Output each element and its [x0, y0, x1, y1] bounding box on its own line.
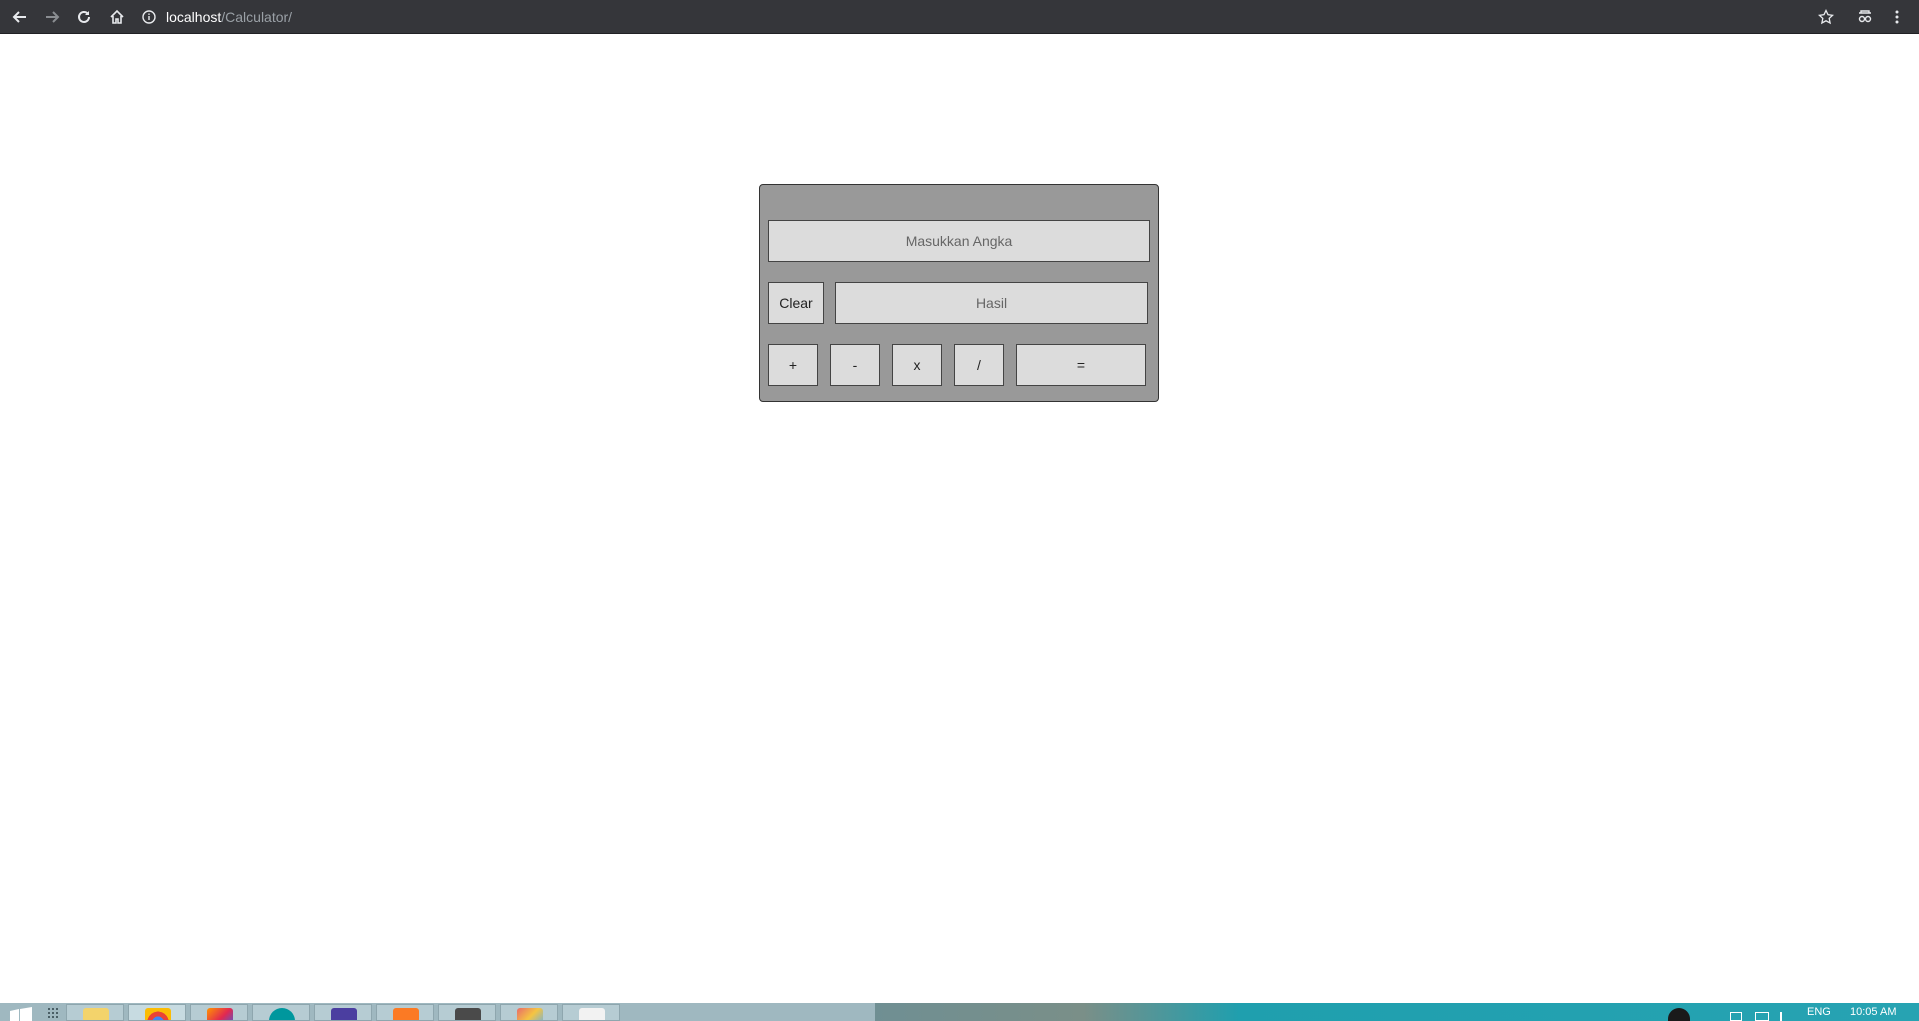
back-icon[interactable]: [7, 4, 33, 30]
taskbar-arduino[interactable]: [252, 1004, 310, 1021]
taskbar-paint[interactable]: [500, 1004, 558, 1021]
xampp-icon: [393, 1008, 419, 1020]
info-icon[interactable]: [140, 8, 158, 26]
taskbar-notepad[interactable]: [562, 1004, 620, 1021]
equals-button[interactable]: =: [1016, 344, 1146, 386]
extension-icon[interactable]: [1852, 4, 1878, 30]
chrome-icon: [145, 1008, 171, 1020]
firefox-icon: [207, 1008, 233, 1020]
folder-icon: [83, 1008, 109, 1020]
taskbar: ENG 10:05 AM: [0, 1003, 1919, 1021]
menu-icon[interactable]: [1884, 4, 1910, 30]
paint-icon: [517, 1008, 543, 1020]
network-icon[interactable]: [1755, 1012, 1769, 1021]
notepad-icon: [579, 1008, 605, 1020]
multiply-button[interactable]: x: [892, 344, 942, 386]
taskbar-sublime-text[interactable]: [438, 1004, 496, 1021]
url-host: localhost: [166, 9, 222, 25]
home-icon[interactable]: [104, 4, 130, 30]
clock[interactable]: 10:05 AM: [1850, 1006, 1896, 1018]
forward-icon[interactable]: [39, 4, 65, 30]
notification-icon[interactable]: [1730, 1012, 1742, 1021]
calculator-panel: Clear + - x / =: [759, 184, 1159, 402]
divide-button[interactable]: /: [954, 344, 1004, 386]
number-input[interactable]: [768, 220, 1150, 262]
taskbar-chrome[interactable]: [128, 1004, 186, 1021]
start-icon[interactable]: [8, 1007, 34, 1021]
plus-button[interactable]: +: [768, 344, 818, 386]
taskbar-settings[interactable]: [314, 1004, 372, 1021]
result-field[interactable]: [835, 282, 1148, 324]
language-indicator[interactable]: ENG: [1807, 1006, 1831, 1018]
address-bar[interactable]: localhost /Calculator/: [140, 4, 1780, 30]
taskbar-xampp[interactable]: [376, 1004, 434, 1021]
reload-icon[interactable]: [71, 4, 97, 30]
star-icon[interactable]: [1813, 4, 1839, 30]
url-path: /Calculator/: [221, 9, 293, 25]
taskbar-file-explorer[interactable]: [66, 1004, 124, 1021]
volume-icon[interactable]: [1780, 1012, 1790, 1021]
taskbar-firefox[interactable]: [190, 1004, 248, 1021]
task-view-icon[interactable]: [47, 1007, 59, 1021]
minus-button[interactable]: -: [830, 344, 880, 386]
clear-button[interactable]: Clear: [768, 282, 824, 324]
gear-icon: [331, 1008, 357, 1020]
sublime-icon: [455, 1008, 481, 1020]
arduino-icon: [269, 1008, 295, 1020]
browser-toolbar: localhost /Calculator/: [0, 0, 1919, 34]
